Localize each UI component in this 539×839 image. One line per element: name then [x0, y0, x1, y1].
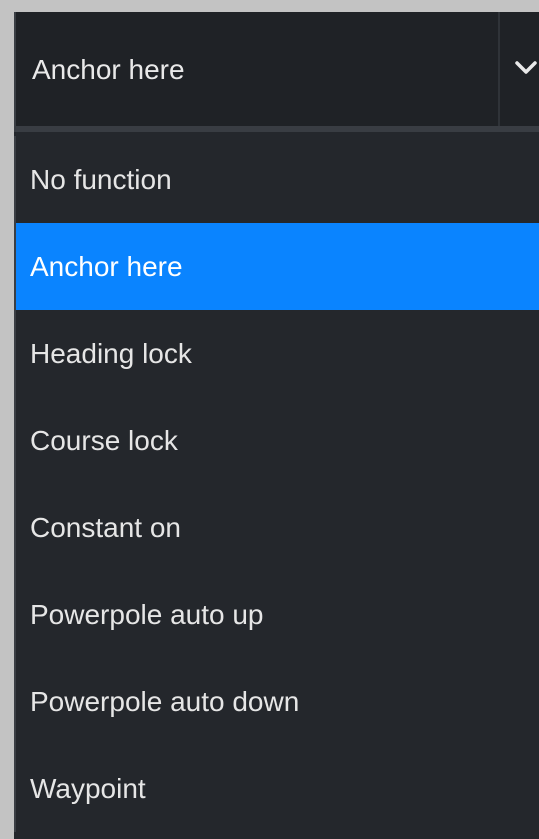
- window-top-edge: [0, 0, 539, 12]
- function-dropdown: Anchor here No function Anchor here Head…: [14, 12, 539, 839]
- option-constant-on[interactable]: Constant on: [16, 484, 539, 571]
- chevron-down-icon[interactable]: [514, 60, 538, 76]
- option-label: Powerpole auto down: [30, 685, 300, 717]
- option-no-function[interactable]: No function: [16, 136, 539, 223]
- select-divider: [498, 12, 500, 126]
- option-waypoint[interactable]: Waypoint: [16, 745, 539, 832]
- dropdown-separator: [14, 126, 539, 132]
- option-anchor-here[interactable]: Anchor here: [16, 223, 539, 310]
- window-left-edge: [0, 0, 14, 839]
- option-label: Constant on: [30, 511, 181, 543]
- option-label: Powerpole auto up: [30, 598, 264, 630]
- option-course-lock[interactable]: Course lock: [16, 397, 539, 484]
- option-label: No function: [30, 163, 172, 195]
- function-select[interactable]: Anchor here: [14, 12, 539, 126]
- option-list: No function Anchor here Heading lock Cou…: [14, 136, 539, 832]
- option-label: Course lock: [30, 424, 178, 456]
- option-powerpole-auto-up[interactable]: Powerpole auto up: [16, 571, 539, 658]
- option-label: Heading lock: [30, 337, 192, 369]
- option-label: Anchor here: [30, 250, 183, 282]
- option-label: Waypoint: [30, 772, 146, 804]
- option-heading-lock[interactable]: Heading lock: [16, 310, 539, 397]
- option-powerpole-auto-down[interactable]: Powerpole auto down: [16, 658, 539, 745]
- select-current-value: Anchor here: [32, 54, 185, 85]
